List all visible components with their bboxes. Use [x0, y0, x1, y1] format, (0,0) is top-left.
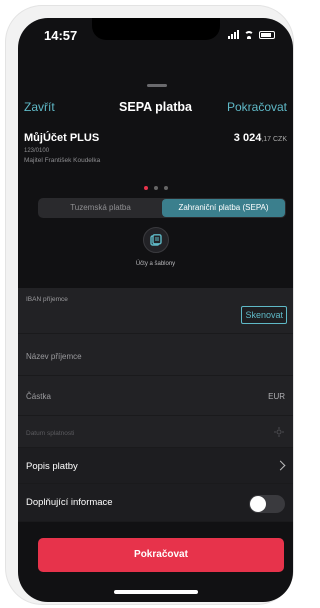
- continue-button[interactable]: Pokračovat: [38, 538, 284, 572]
- signal-icon: [228, 30, 239, 39]
- iban-label: IBAN příjemce: [26, 296, 68, 303]
- continue-nav-button[interactable]: Pokračovat: [227, 100, 287, 114]
- payment-description-label: Popis platby: [26, 461, 78, 472]
- due-date-field[interactable]: Datum splatnosti: [18, 416, 293, 448]
- page-indicator: [18, 186, 293, 190]
- account-balance: 3 024,17 CZK: [234, 132, 287, 144]
- amount-label: Částka: [26, 392, 51, 401]
- account-owner: Majitel František Koudelka: [24, 157, 101, 164]
- templates-icon: [150, 234, 162, 246]
- tab-sepa[interactable]: Zahraniční platba (SEPA): [162, 199, 285, 217]
- balance-decimals: ,17 CZK: [261, 136, 287, 143]
- status-icons: [228, 30, 275, 39]
- templates-button[interactable]: [143, 227, 169, 253]
- currency-label: EUR: [268, 392, 285, 401]
- iban-field[interactable]: IBAN příjemce Skenovat: [18, 288, 293, 334]
- chevron-right-icon: [275, 460, 286, 471]
- calendar-icon: [274, 427, 284, 437]
- tab-domestic[interactable]: Tuzemská platba: [39, 199, 162, 217]
- additional-info-label: Doplňující informace: [26, 497, 113, 508]
- due-date-label: Datum splatnosti: [26, 430, 75, 437]
- wifi-icon: [244, 30, 254, 39]
- amount-field[interactable]: Částka EUR: [18, 376, 293, 416]
- additional-info-row: Doplňující informace: [18, 484, 293, 522]
- templates-label: Účty a šablony: [135, 261, 176, 267]
- notch: [92, 18, 220, 40]
- sheet-grabber[interactable]: [147, 84, 167, 87]
- battery-icon: [259, 30, 275, 39]
- recipient-name-label: Název příjemce: [26, 352, 82, 361]
- payment-type-segmented-control: Tuzemská platba Zahraniční platba (SEPA): [38, 198, 286, 218]
- page-dot: [153, 186, 158, 190]
- balance-main: 3 024: [233, 132, 262, 144]
- scan-button[interactable]: Skenovat: [241, 306, 287, 324]
- app-screen: 14:57 Zavřít SEPA platba Pokračovat MůjÚ…: [18, 18, 293, 602]
- additional-info-toggle[interactable]: [249, 495, 285, 513]
- page-dot-active: [143, 186, 148, 190]
- page-dot: [163, 186, 168, 190]
- phone-frame: 14:57 Zavřít SEPA platba Pokračovat MůjÚ…: [6, 6, 293, 604]
- account-number: 123/0100: [24, 148, 50, 154]
- payment-description-row[interactable]: Popis platby: [18, 448, 293, 484]
- recipient-name-field[interactable]: Název příjemce: [18, 334, 293, 376]
- account-card[interactable]: MůjÚčet PLUS 3 024,17 CZK 123/0100 Majit…: [24, 132, 287, 164]
- status-time: 14:57: [44, 28, 78, 43]
- home-indicator: [114, 590, 198, 594]
- nav-bar: Zavřít SEPA platba Pokračovat: [18, 100, 293, 118]
